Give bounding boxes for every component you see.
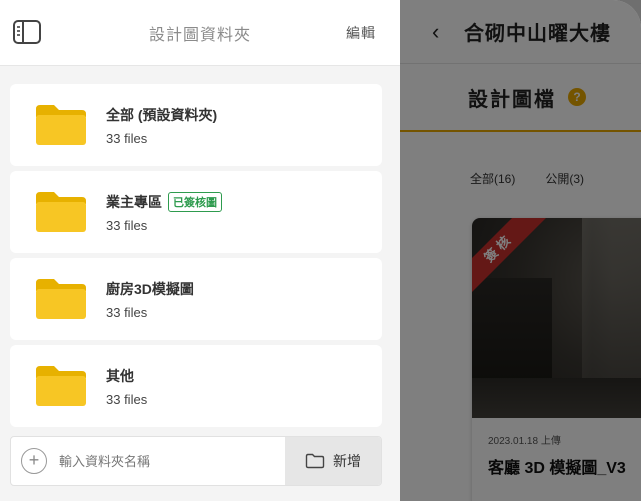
drawer-header: 設計圖資料夾 編輯 <box>0 0 400 66</box>
folder-icon <box>36 105 86 145</box>
folder-item-other[interactable]: 其他 33 files <box>10 345 382 427</box>
plus-icon: + <box>21 448 47 474</box>
upload-date: 2023.01.18 上傳 <box>488 436 561 447</box>
folder-item-owner[interactable]: 業主專區 已簽核圖 33 files <box>10 171 382 253</box>
folder-icon <box>36 279 86 319</box>
folder-outline-icon <box>305 453 325 469</box>
folder-file-count: 33 files <box>106 130 148 146</box>
folder-icon <box>36 366 86 406</box>
folder-name: 廚房3D模擬圖 <box>106 280 194 297</box>
folder-list: 全部 (預設資料夾) 33 files 業主專區 已簽核圖 33 files 廚… <box>10 84 382 432</box>
new-folder-input-wrap: + <box>11 437 285 485</box>
folder-icon <box>36 192 86 232</box>
section-title: 設計圖檔 <box>468 88 556 111</box>
project-page: ‹ 合砌中山曜大樓 設計圖檔 ? 全部(16) 公開(3) 簽核 2023.01… <box>400 0 641 501</box>
add-folder-button[interactable]: 新增 <box>285 437 381 485</box>
add-folder-label: 新增 <box>333 453 361 469</box>
signed-badge: 已簽核圖 <box>168 191 222 212</box>
design-thumbnail: 簽核 <box>472 218 641 418</box>
folder-item-all[interactable]: 全部 (預設資料夾) 33 files <box>10 84 382 166</box>
folder-name: 業主專區 <box>106 193 162 210</box>
chevron-left-icon[interactable]: ‹ <box>432 19 464 45</box>
tab-public[interactable]: 公開(3) <box>545 170 584 187</box>
help-icon[interactable]: ? <box>568 88 586 106</box>
project-header: ‹ 合砌中山曜大樓 <box>400 0 641 64</box>
tab-all[interactable]: 全部(16) <box>470 170 515 187</box>
folder-name-input[interactable] <box>59 453 269 469</box>
folder-name: 其他 <box>106 367 134 384</box>
folder-file-count: 33 files <box>106 391 148 407</box>
folder-item-kitchen[interactable]: 廚房3D模擬圖 33 files <box>10 258 382 340</box>
drawer-title: 設計圖資料夾 <box>148 26 251 44</box>
folder-file-count: 33 files <box>106 304 148 320</box>
section-header: 設計圖檔 ? <box>400 64 641 132</box>
design-card[interactable]: 簽核 2023.01.18 上傳 客廳 3D 模擬圖_V3 <box>472 218 641 501</box>
folder-file-count: 33 files <box>106 217 148 233</box>
design-name: 客廳 3D 模擬圖_V3 <box>488 460 626 477</box>
new-folder-bar: + 新增 <box>10 436 382 486</box>
folder-name-row: 業主專區 已簽核圖 <box>106 191 222 212</box>
edit-button[interactable]: 編輯 <box>346 23 376 43</box>
project-title: 合砌中山曜大樓 <box>464 23 611 45</box>
folder-drawer: 設計圖資料夾 編輯 全部 (預設資料夾) 33 files 業主專區 已簽核圖 <box>0 0 400 501</box>
folder-name: 全部 (預設資料夾) <box>106 106 218 123</box>
filter-tabs: 全部(16) 公開(3) <box>470 170 584 187</box>
